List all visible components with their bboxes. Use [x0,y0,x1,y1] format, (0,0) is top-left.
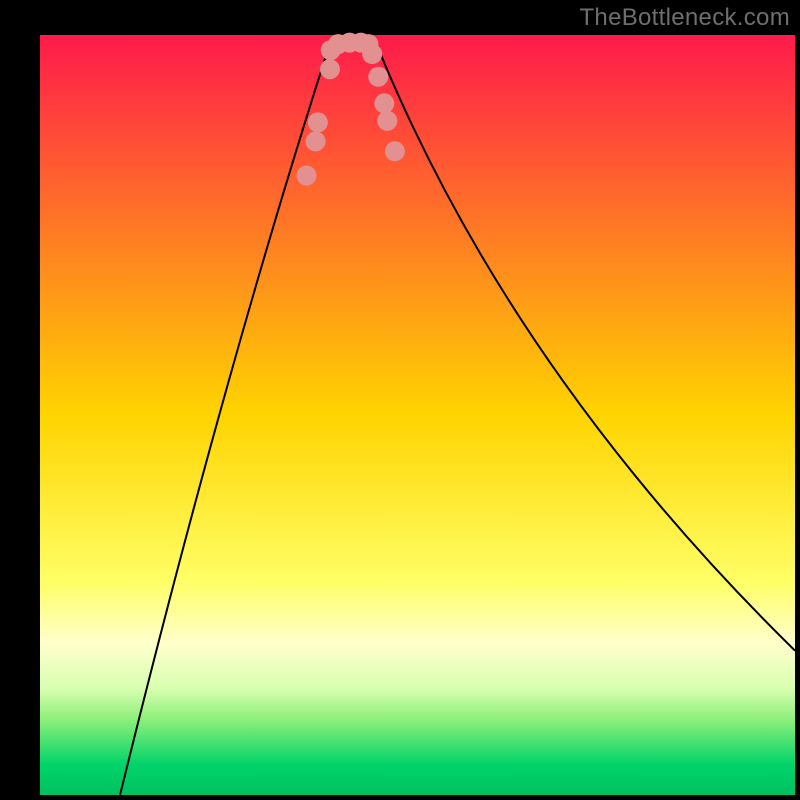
data-marker [306,131,326,151]
watermark-label: TheBottleneck.com [579,4,790,32]
data-marker [385,141,405,161]
data-marker [308,112,328,132]
data-marker [362,44,382,64]
chart-frame: TheBottleneck.com [0,0,800,800]
data-marker [368,67,388,87]
data-marker [297,166,317,186]
gradient-background [40,35,795,795]
chart-canvas [0,0,800,800]
data-marker [320,59,340,79]
data-marker [374,93,394,113]
data-marker [377,111,397,131]
